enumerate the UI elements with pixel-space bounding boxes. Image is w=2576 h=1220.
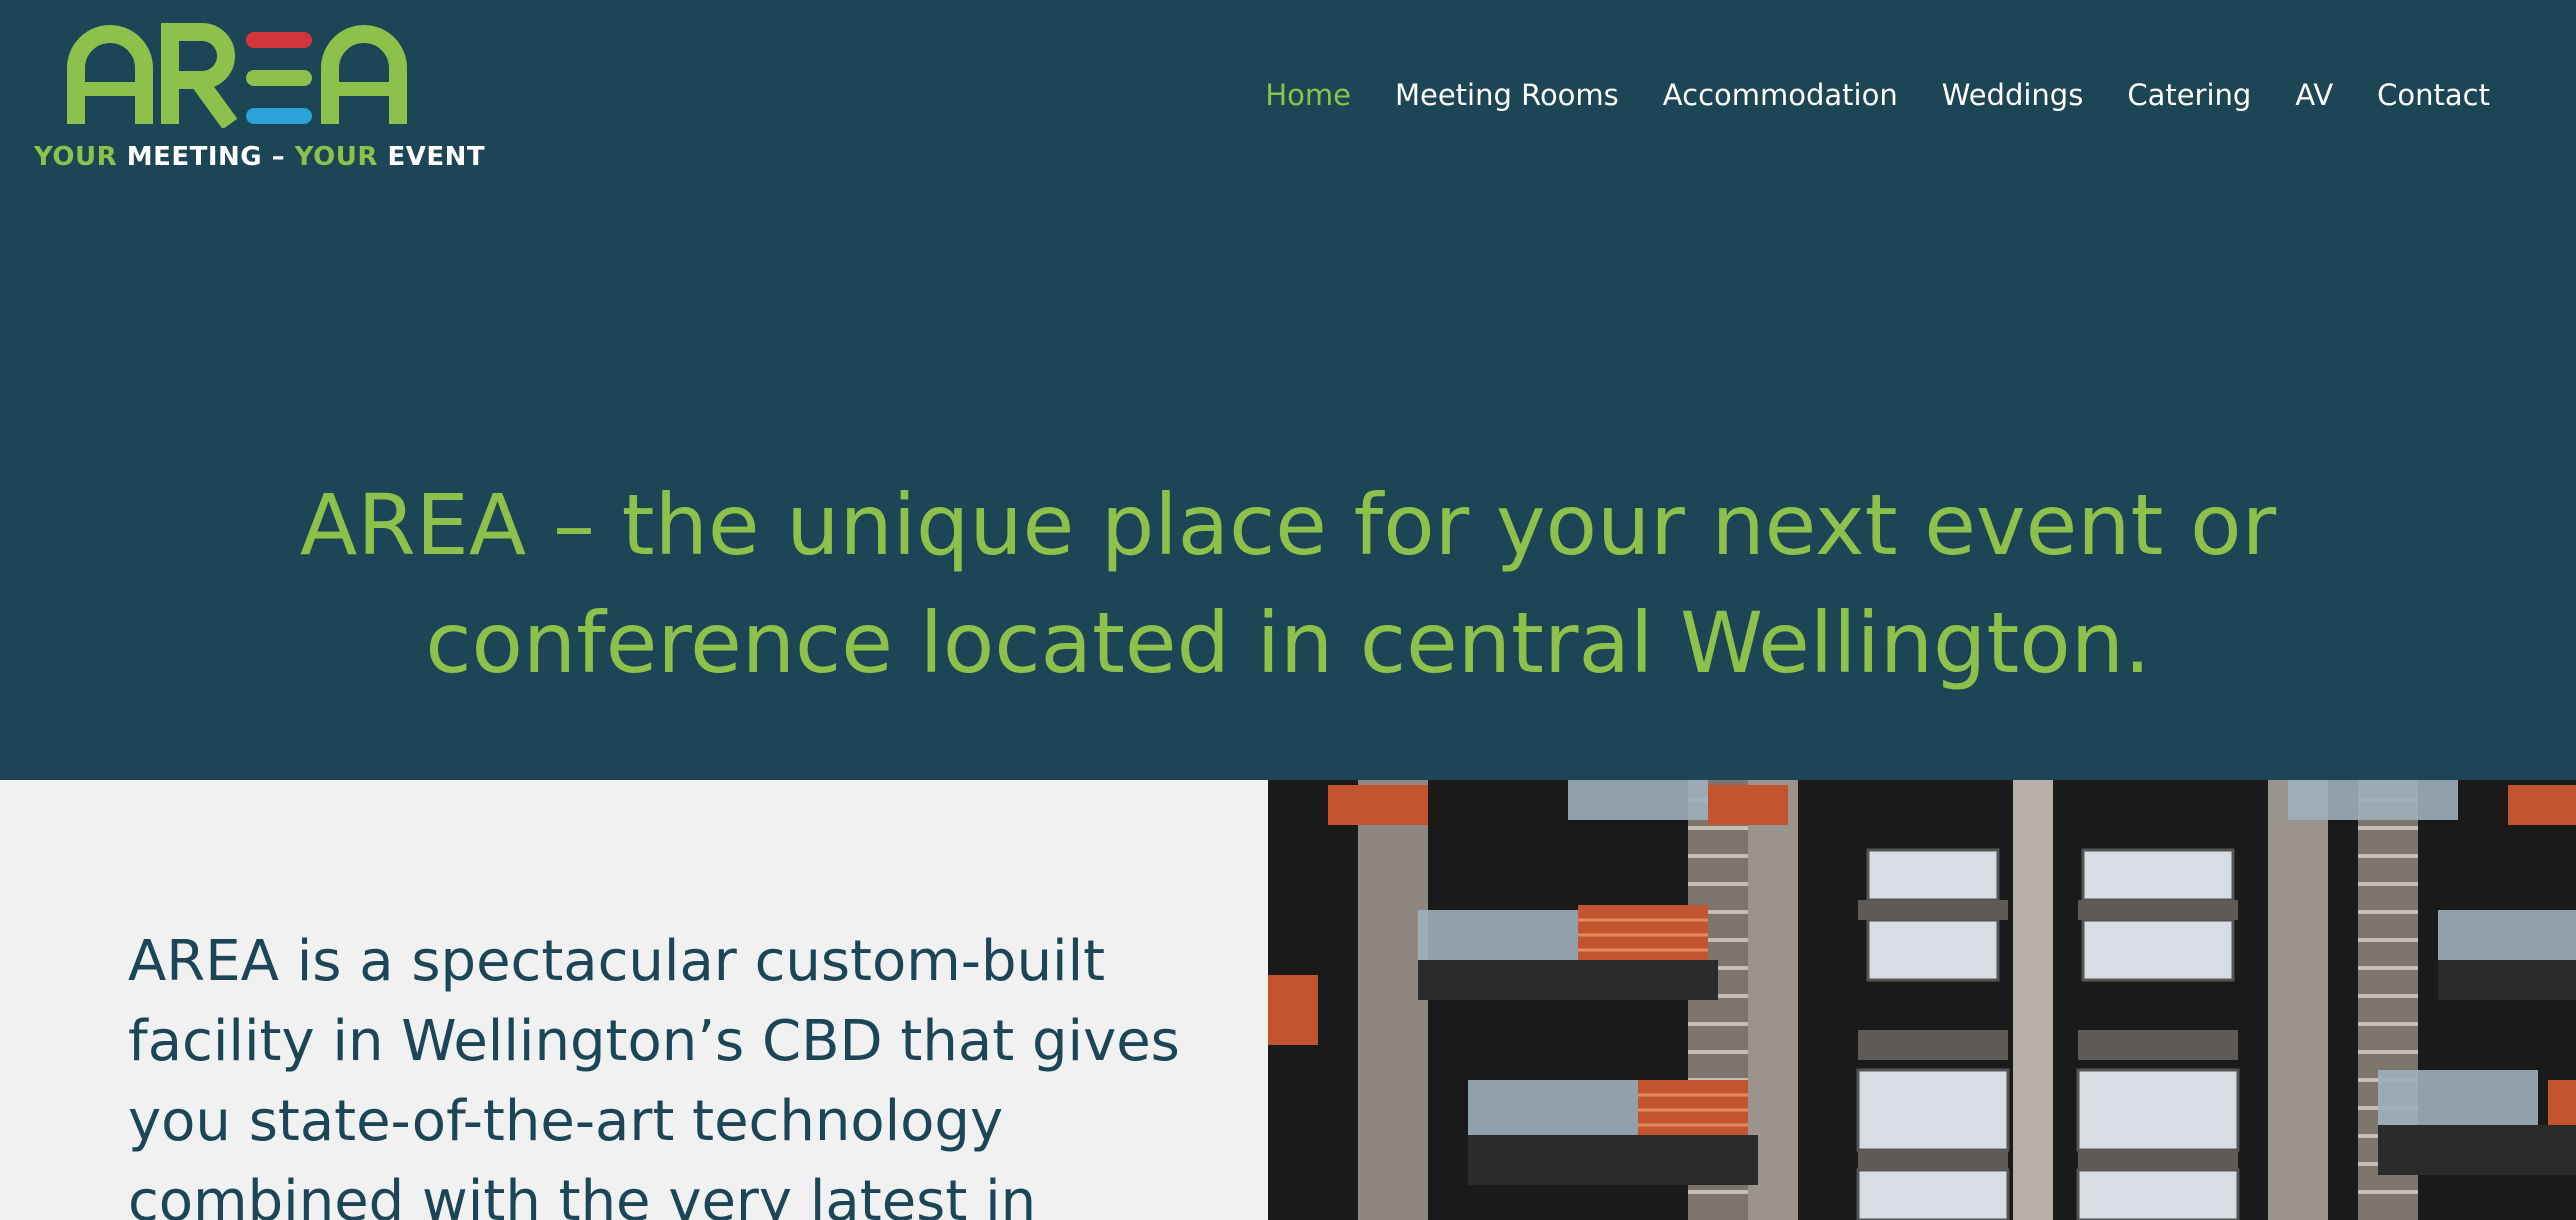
- nav-item-av[interactable]: AV: [2295, 78, 2333, 112]
- tagline-your-1: YOUR: [34, 142, 118, 172]
- hero-headline: AREA – the unique place for your next ev…: [299, 476, 2277, 692]
- hero-section: AREA – the unique place for your next ev…: [0, 216, 2576, 780]
- nav-item-contact[interactable]: Contact: [2377, 78, 2490, 112]
- nav-item-home[interactable]: Home: [1265, 78, 1351, 112]
- logo-tagline: YOUR MEETING – YOUR EVENT: [34, 142, 485, 172]
- nav-item-meeting-rooms[interactable]: Meeting Rooms: [1395, 78, 1619, 112]
- area-logo[interactable]: YOUR MEETING – YOUR EVENT: [34, 18, 485, 178]
- tagline-meeting: MEETING –: [126, 142, 286, 172]
- intro-text: AREA is a spectacular custom-built facil…: [128, 929, 1180, 1220]
- nav-item-catering[interactable]: Catering: [2127, 78, 2251, 112]
- building-facade-image: [1268, 780, 2576, 1220]
- logo-wordmark: [67, 23, 407, 128]
- tagline-your-2: YOUR: [294, 142, 378, 172]
- nav-item-weddings[interactable]: Weddings: [1942, 78, 2084, 112]
- tagline-event: EVENT: [387, 142, 486, 172]
- building-photo: [1268, 780, 2576, 1220]
- nav-item-accommodation[interactable]: Accommodation: [1663, 78, 1898, 112]
- main-nav: Home Meeting Rooms Accommodation Wedding…: [1265, 78, 2490, 112]
- site-header: YOUR MEETING – YOUR EVENT Home Meeting R…: [0, 0, 2576, 216]
- intro-section: AREA is a spectacular custom-built facil…: [0, 780, 1268, 1220]
